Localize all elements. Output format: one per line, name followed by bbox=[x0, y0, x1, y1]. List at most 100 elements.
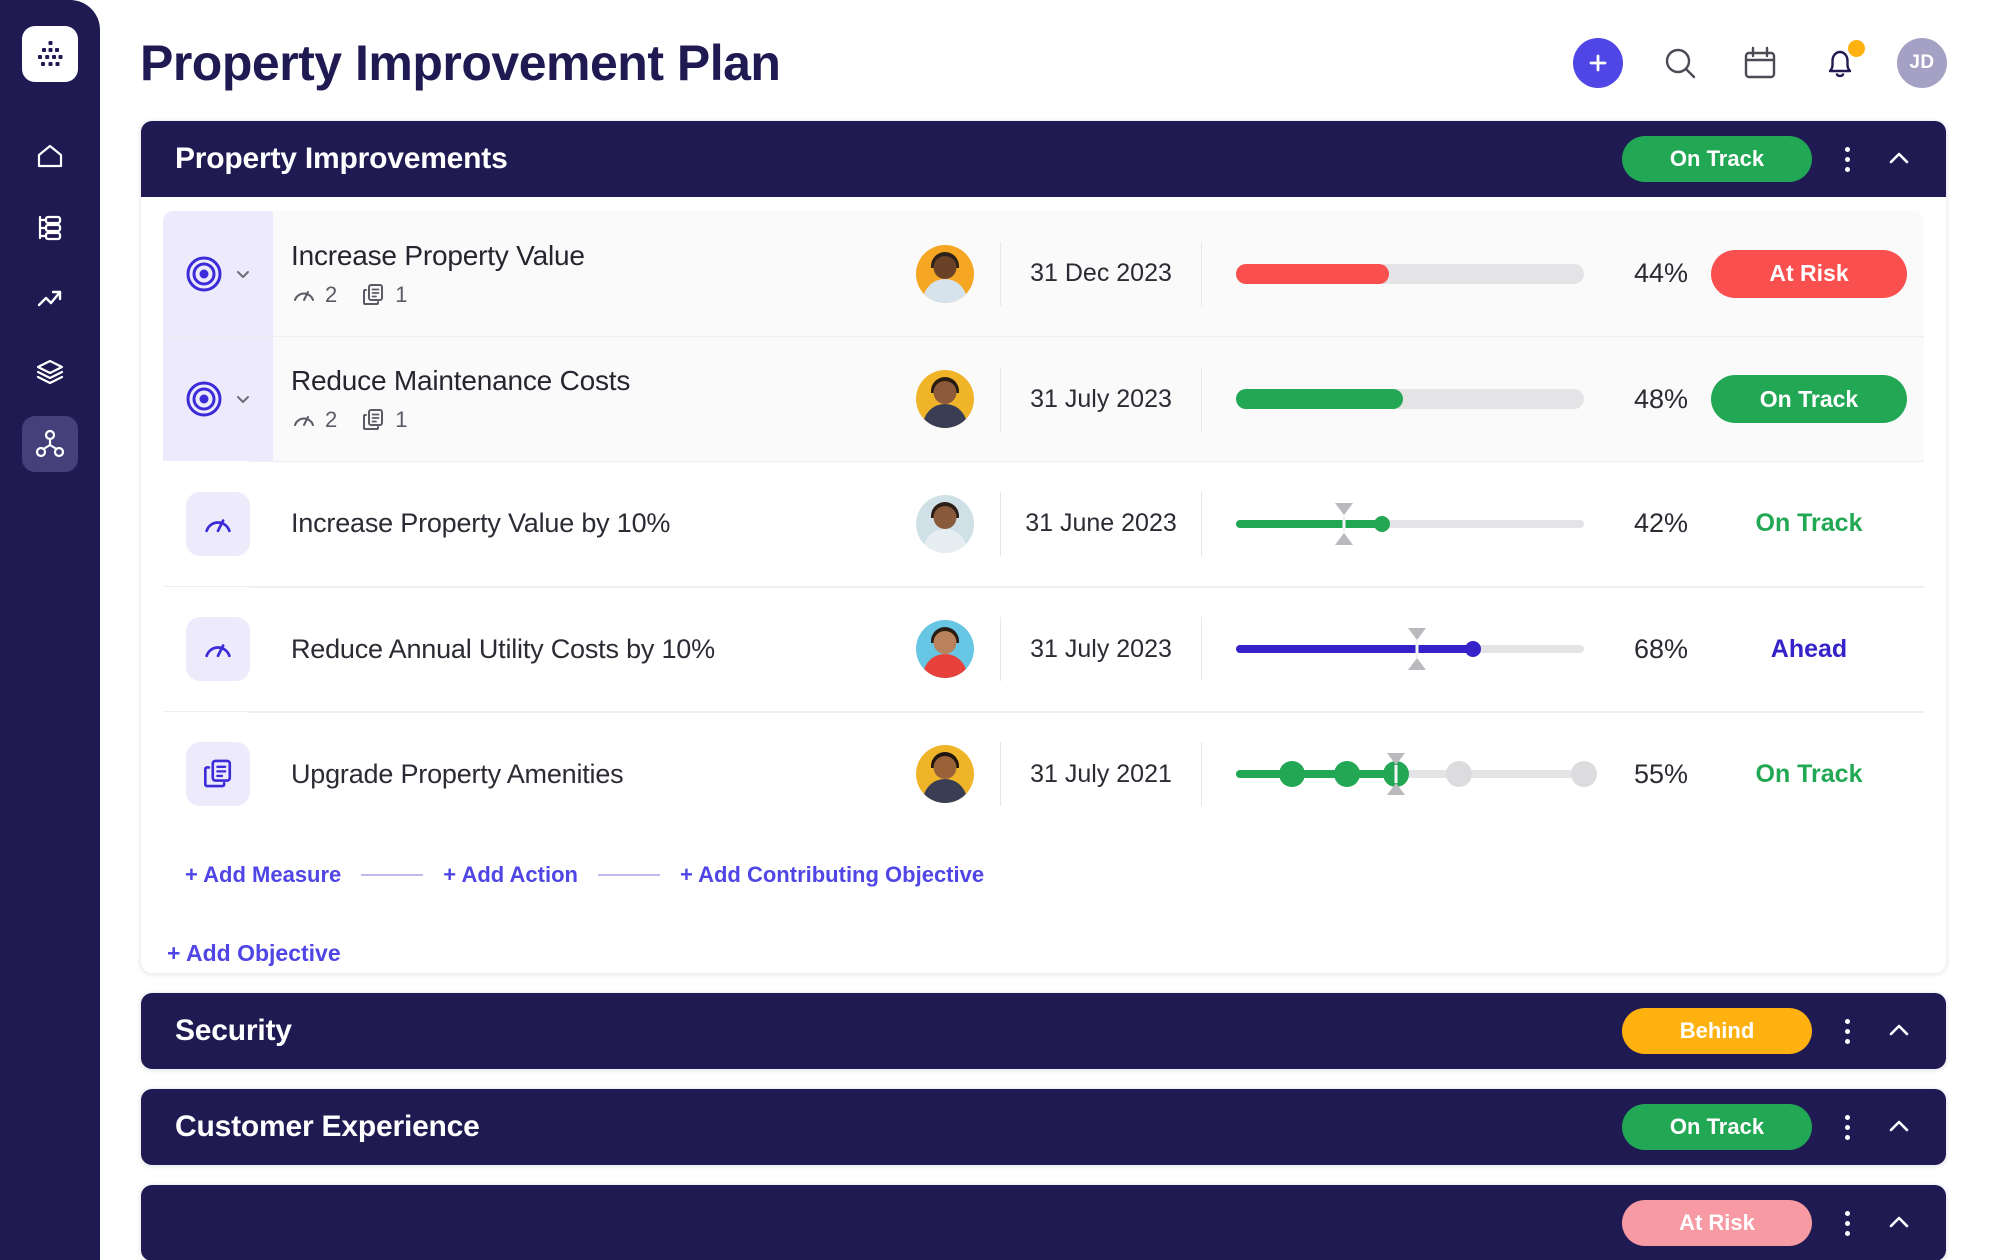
sidebar-item-strategy-map[interactable] bbox=[22, 416, 78, 472]
progress-cell bbox=[1202, 753, 1597, 795]
main-content: Property Improvement Plan JD Property Im… bbox=[100, 0, 2007, 1260]
documents-icon bbox=[363, 409, 384, 430]
section-menu-button[interactable] bbox=[1834, 139, 1860, 179]
status-badge[interactable]: Behind bbox=[1622, 1008, 1812, 1054]
link-connector bbox=[597, 874, 660, 876]
add-measure-link[interactable]: + Add Measure bbox=[185, 862, 341, 888]
row-title-cell: Reduce Maintenance Costs 2 1 bbox=[273, 365, 890, 433]
row-icon-cell bbox=[163, 211, 273, 336]
avatar bbox=[916, 370, 974, 428]
section-menu-button[interactable] bbox=[1834, 1203, 1860, 1243]
section-header[interactable]: Property Improvements On Track bbox=[141, 121, 1946, 197]
table-row[interactable]: Reduce Maintenance Costs 2 1 31 July 202… bbox=[163, 336, 1924, 461]
status-badge[interactable]: On Track bbox=[1711, 375, 1907, 423]
app-logo[interactable] bbox=[22, 26, 78, 82]
app-root: Property Improvement Plan JD Property Im… bbox=[0, 0, 2007, 1260]
gauge-icon bbox=[294, 416, 314, 426]
row-meta: 2 1 bbox=[291, 282, 890, 308]
add-links-row: + Add Measure + Add Action + Add Contrib… bbox=[163, 836, 1924, 894]
target-marker bbox=[1407, 628, 1427, 670]
add-action-link[interactable]: + Add Action bbox=[443, 862, 578, 888]
sidebar-item-plans[interactable] bbox=[22, 200, 78, 256]
row-status-cell: Ahead bbox=[1694, 635, 1924, 664]
chevron-down-icon[interactable] bbox=[233, 389, 253, 409]
owner-cell[interactable] bbox=[890, 244, 1000, 303]
section-collapse-button[interactable] bbox=[1882, 1206, 1916, 1240]
target-icon bbox=[186, 256, 222, 291]
status-badge[interactable]: On Track bbox=[1622, 136, 1812, 182]
target-icon bbox=[186, 381, 222, 417]
sidebar-item-home[interactable] bbox=[22, 128, 78, 184]
milestone-dot-pending bbox=[1571, 761, 1597, 787]
status-badge[interactable]: On Track bbox=[1622, 1104, 1812, 1150]
table-row[interactable]: Reduce Annual Utility Costs by 10% 31 Ju… bbox=[163, 586, 1924, 711]
link-connector bbox=[361, 874, 424, 876]
plus-icon bbox=[1589, 54, 1607, 72]
sidebar-item-layers[interactable] bbox=[22, 344, 78, 400]
avatar bbox=[916, 494, 974, 553]
home-icon bbox=[37, 144, 63, 168]
section-card-property-improvements: Property Improvements On Track Increase … bbox=[140, 120, 1947, 974]
milestone-dot-complete bbox=[1334, 761, 1361, 787]
owner-cell[interactable] bbox=[890, 620, 1000, 678]
current-value-dot bbox=[1464, 641, 1481, 657]
section-menu-button[interactable] bbox=[1834, 1107, 1860, 1147]
chevron-up-icon bbox=[1889, 1024, 1909, 1036]
row-icon-cell bbox=[163, 712, 273, 836]
chevron-down-icon[interactable] bbox=[233, 264, 253, 284]
progress-track bbox=[1236, 628, 1584, 670]
table-row[interactable]: Increase Property Value 2 1 31 Dec 2023 … bbox=[163, 211, 1924, 336]
status-label: On Track bbox=[1755, 509, 1863, 537]
status-badge[interactable]: At Risk bbox=[1622, 1200, 1812, 1246]
user-avatar[interactable]: JD bbox=[1897, 38, 1947, 88]
status-badge[interactable]: At Risk bbox=[1711, 249, 1907, 298]
section-collapse-button[interactable] bbox=[1882, 1110, 1916, 1144]
due-date: 31 June 2023 bbox=[1025, 509, 1177, 537]
documents-icon bbox=[363, 283, 384, 305]
add-contributing-objective-link[interactable]: + Add Contributing Objective bbox=[680, 862, 984, 888]
owner-cell[interactable] bbox=[890, 494, 1000, 553]
trending-up-icon bbox=[37, 290, 62, 307]
search-button[interactable] bbox=[1657, 40, 1703, 86]
progress-percent: 44% bbox=[1633, 258, 1688, 288]
owner-cell[interactable] bbox=[890, 745, 1000, 803]
target-marker bbox=[1334, 502, 1354, 545]
org-chart-icon bbox=[38, 215, 62, 241]
add-objective-link[interactable]: + Add Objective bbox=[141, 916, 1946, 973]
calendar-button[interactable] bbox=[1737, 40, 1783, 86]
progress-fill bbox=[1236, 770, 1397, 778]
measures-count-value: 2 bbox=[325, 281, 338, 307]
section-menu-button[interactable] bbox=[1834, 1011, 1860, 1051]
sidebar-item-analytics[interactable] bbox=[22, 272, 78, 328]
table-row[interactable]: Upgrade Property Amenities 31 July 2021 bbox=[163, 711, 1924, 836]
progress-cell bbox=[1202, 389, 1584, 409]
section-title: Security bbox=[175, 1014, 292, 1047]
owner-cell[interactable] bbox=[890, 370, 1000, 428]
calendar-icon bbox=[1744, 46, 1776, 79]
row-title: Reduce Annual Utility Costs by 10% bbox=[291, 633, 715, 664]
rows-container: Increase Property Value 2 1 31 Dec 2023 … bbox=[163, 211, 1924, 836]
gauge-icon bbox=[205, 644, 231, 658]
notifications-button[interactable] bbox=[1817, 40, 1865, 86]
section-header-controls: On Track bbox=[1622, 1104, 1916, 1150]
section-header-controls: At Risk bbox=[1622, 1200, 1916, 1246]
progress-track bbox=[1236, 502, 1584, 545]
chevron-up-icon bbox=[1889, 152, 1909, 164]
table-row[interactable]: Increase Property Value by 10% 31 June 2… bbox=[163, 461, 1924, 586]
row-status-cell: On Track bbox=[1694, 760, 1924, 789]
avatar bbox=[916, 745, 974, 803]
section-collapse-button[interactable] bbox=[1882, 1014, 1916, 1048]
actions-count: 1 bbox=[361, 407, 408, 433]
progress-track bbox=[1236, 263, 1584, 284]
section-title: Property Improvements bbox=[175, 142, 508, 175]
section-header-controls: Behind bbox=[1622, 1008, 1916, 1054]
gauge-icon bbox=[294, 290, 314, 301]
section-header[interactable]: Security Behind bbox=[141, 993, 1946, 1069]
add-button[interactable] bbox=[1573, 38, 1623, 88]
progress-cell bbox=[1202, 628, 1584, 670]
section-collapse-button[interactable] bbox=[1882, 142, 1916, 176]
row-icon-cell bbox=[163, 461, 273, 586]
section-header[interactable]: At Risk bbox=[141, 1185, 1946, 1260]
section-header[interactable]: Customer Experience On Track bbox=[141, 1089, 1946, 1165]
row-title-cell: Increase Property Value 2 1 bbox=[273, 240, 890, 308]
